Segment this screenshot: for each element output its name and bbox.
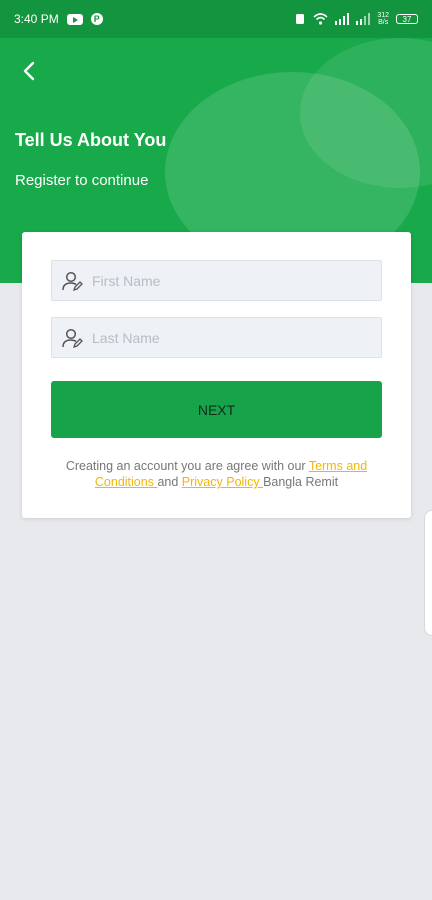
net-speed: 312 B/s	[377, 12, 389, 26]
p-notification-icon: P	[90, 13, 103, 25]
first-name-input[interactable]	[90, 271, 364, 290]
net-speed-value: 312	[377, 12, 389, 19]
signal-icon-2	[356, 13, 371, 25]
wifi-icon	[313, 13, 328, 25]
side-drawer-handle[interactable]	[424, 510, 432, 636]
terms-middle: and	[157, 475, 182, 489]
battery-level: 37	[402, 14, 412, 24]
terms-notice: Creating an account you are agree with o…	[56, 458, 377, 490]
youtube-notification-icon	[66, 13, 83, 25]
sim-icon	[296, 14, 305, 24]
terms-prefix: Creating an account you are agree with o…	[65, 459, 309, 473]
signal-icon	[335, 13, 350, 25]
terms-suffix: Bangla Remit	[263, 475, 339, 489]
registration-card: NEXT Creating an account you are agree w…	[22, 232, 411, 518]
status-right: 312 B/s 37	[294, 12, 418, 26]
last-name-field[interactable]	[51, 317, 382, 358]
user-edit-icon	[58, 267, 86, 295]
back-button[interactable]	[14, 56, 44, 86]
page-title: Tell Us About You	[15, 130, 167, 150]
battery-icon: 37	[396, 14, 418, 24]
page-subtitle: Register to continue	[15, 172, 149, 189]
next-button[interactable]: NEXT	[51, 381, 382, 438]
status-bar: 3:40 PM P 312 B/s 37	[0, 0, 432, 38]
status-time: 3:40 PM	[14, 12, 59, 26]
status-left: 3:40 PM P	[14, 12, 103, 26]
back-arrow-icon	[23, 61, 35, 81]
net-speed-unit: B/s	[378, 19, 389, 26]
user-edit-icon	[58, 324, 86, 352]
first-name-field[interactable]	[51, 260, 382, 301]
privacy-link[interactable]: Privacy Policy	[182, 475, 263, 489]
last-name-input[interactable]	[90, 328, 364, 347]
